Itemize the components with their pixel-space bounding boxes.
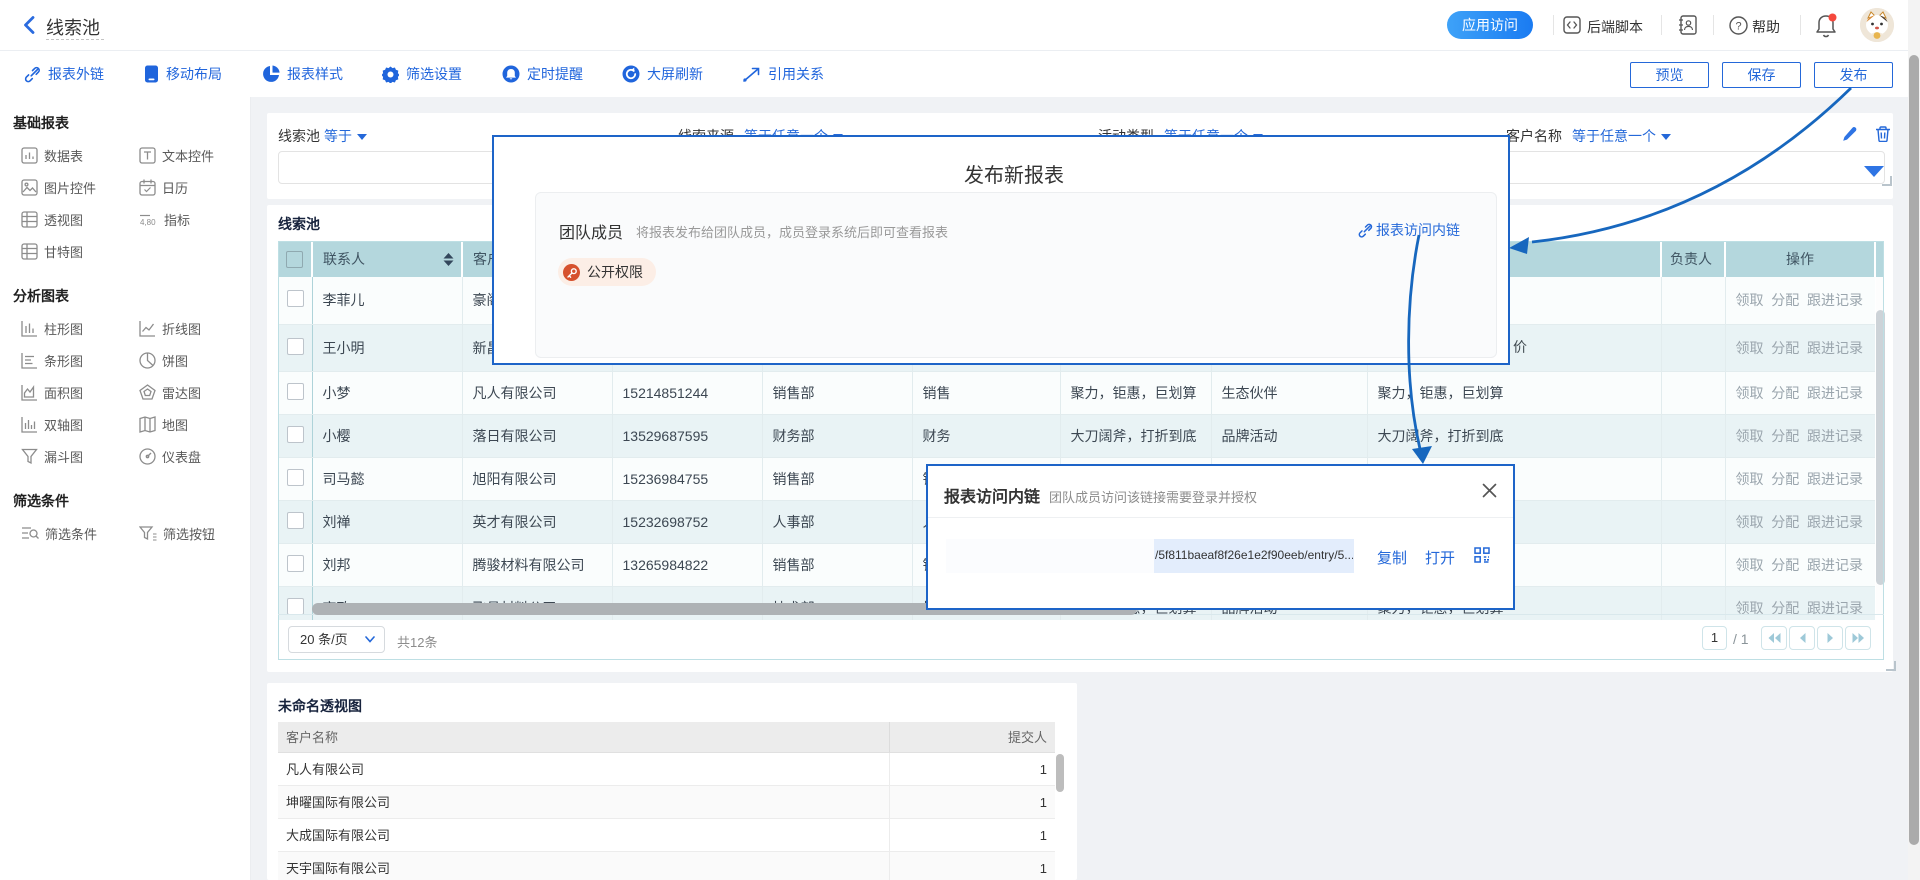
svg-text:?: ? <box>1735 20 1741 32</box>
svg-text:4,80: 4,80 <box>140 218 156 227</box>
